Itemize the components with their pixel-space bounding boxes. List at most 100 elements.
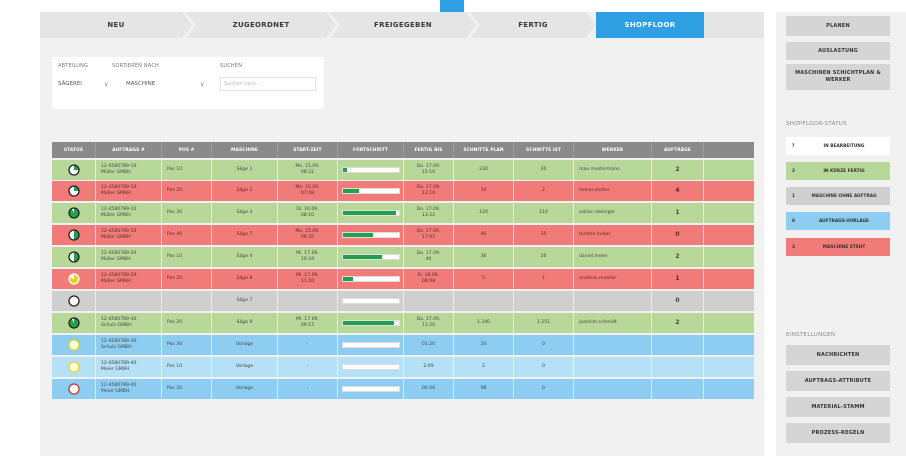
start-line-1: - <box>306 342 309 347</box>
ist-cell: 1.251 <box>514 313 574 333</box>
start-cell <box>278 291 338 311</box>
fertig-cell: Do. 17.09. 11:20 <box>404 313 454 333</box>
auftraege-cell: 2 <box>652 247 704 267</box>
start-cell: Mo. 15.09. 08:22 <box>278 160 338 180</box>
table-row[interactable]: 12-4580789-40 Meier GMBH Pos 10 Vorlage - 2:4… <box>52 357 754 377</box>
legend-count: 3 <box>792 244 795 250</box>
sort-select[interactable]: MASCHINE v <box>112 77 204 91</box>
table-row[interactable]: 12-4580789-10 Müller GMBH Pos 10 Säge 1 Mo. … <box>52 160 754 180</box>
werker-cell <box>574 379 652 399</box>
auftraege-cell <box>652 379 704 399</box>
plan-cell: 2 <box>454 357 514 377</box>
pos-cell: Pos 10 <box>162 160 212 180</box>
progress-cell <box>338 160 404 180</box>
nachrichten-button[interactable]: NACHRICHTEN <box>786 345 890 365</box>
abteilung-label: ABTEILUNG <box>58 63 89 69</box>
pos-cell: Pos 20 <box>162 379 212 399</box>
status-cell <box>52 247 96 267</box>
werker-cell <box>574 357 652 377</box>
table-header: STATUS AUFTRAGS # POS # MASCHINE START-ZEIT F… <box>52 142 754 158</box>
progress-cell <box>338 203 404 223</box>
table-row[interactable]: 12-4580789-10 Müller GMBH Pos 30 Säge 3 Di. … <box>52 203 754 223</box>
active-step-marker <box>440 0 464 12</box>
column-header[interactable]: STATUS <box>52 142 96 158</box>
auftrags-attribute-button[interactable]: AUFTRAGS-ATTRIBUTE <box>786 371 890 391</box>
status-cell <box>52 357 96 377</box>
start-line-2: 08:10 <box>300 213 315 218</box>
auftraege-cell: 4 <box>652 181 704 201</box>
main-panel: NEU ZUGEORDNET FREIGEGEBEN FERTIG SHOPFL… <box>40 12 764 456</box>
start-cell: Di. 16.09. 08:10 <box>278 203 338 223</box>
maschine-cell: Säge 4 <box>212 247 278 267</box>
column-header[interactable]: START-ZEIT <box>278 142 338 158</box>
progress-cell <box>338 291 404 311</box>
progress-cell <box>338 313 404 333</box>
auftraege-cell: 1 <box>652 269 704 289</box>
ist-cell <box>514 291 574 311</box>
start-line-2: 07:08 <box>300 191 315 196</box>
werker-cell <box>574 335 652 355</box>
material-stamm-button[interactable]: MATERIAL-STAMM <box>786 397 890 417</box>
progress-bar <box>341 298 400 304</box>
plan-cell: 20 <box>454 335 514 355</box>
auftrag-cell: 12-4580789-40 Meier GMBH <box>96 379 162 399</box>
sort-value: MASCHINE <box>126 81 156 87</box>
auftrag-cell: 12-4580789-40 Meier GMBH <box>96 357 162 377</box>
abteilung-select[interactable]: SÄGEREI v <box>58 77 108 91</box>
ist-cell: 35 <box>514 225 574 245</box>
table-row[interactable]: 12-4580789-10 Müller GMBH Pos 20 Säge 2 Mo. … <box>52 181 754 201</box>
planen-button[interactable]: PLANEN <box>786 16 890 36</box>
step-freigegeben[interactable]: FREIGEGEBEN <box>330 12 476 38</box>
status-legend-item[interactable]: 8 AUFTRAGS-VORLAGE <box>786 212 890 230</box>
column-header[interactable]: FERTIG BIS <box>404 142 454 158</box>
legend-count: 1 <box>792 193 795 199</box>
start-cell: Mo. 15.09. 06:35 <box>278 225 338 245</box>
maschine-cell: Säge 1 <box>212 160 278 180</box>
search-input[interactable]: Suchen nach... <box>220 77 316 91</box>
status-legend-item[interactable]: 1 MASCHINE OHNE AUFTRAG <box>786 187 890 205</box>
fertig-cell: 00:56 <box>404 379 454 399</box>
fertig-cell: 2:49 <box>404 357 454 377</box>
ist-cell: 110 <box>514 203 574 223</box>
legend-label: AUFTRAGS-VORLAGE <box>818 218 869 224</box>
fertig-line-1: 2:49 <box>423 364 434 369</box>
table-row[interactable]: Säge 7 0 <box>52 291 754 311</box>
step-neu[interactable]: NEU <box>40 12 192 38</box>
fertig-cell: Do. 17.09. 13:22 <box>404 203 454 223</box>
step-zugeordnet[interactable]: ZUGEORDNET <box>186 12 336 38</box>
column-header[interactable]: WERKER <box>574 142 652 158</box>
column-header[interactable]: FORTSCHRITT <box>338 142 404 158</box>
start-cell: Mo. 15.09. 07:08 <box>278 181 338 201</box>
status-legend-item[interactable]: ? IN BEARBEITUNG <box>786 137 890 155</box>
column-header[interactable]: MASCHINE <box>212 142 278 158</box>
column-header[interactable]: AUFTRAGS # <box>96 142 162 158</box>
ist-cell: 0 <box>514 357 574 377</box>
table-row[interactable]: 12-4580789-30 Schulz GMBH Pos 20 Säge 9 Mi. … <box>52 313 754 333</box>
step-shopfloor[interactable]: SHOPFLOOR <box>596 12 704 38</box>
status-legend-item[interactable]: 3 MASCHINE STEHT <box>786 238 890 256</box>
fertig-line-2: 13:22 <box>421 213 436 218</box>
start-cell: Mi. 17.09. 09:15 <box>278 313 338 333</box>
table-row[interactable]: 12-4580789-20 Müller GMBH Pos 10 Säge 4 Mi. … <box>52 247 754 267</box>
auslastung-button[interactable]: AUSLASTUNG <box>786 42 890 60</box>
table-row[interactable]: 12-4580789-20 Müller GMBH Pos 20 Säge 8 Mi. … <box>52 269 754 289</box>
fertig-line-2: 15:10 <box>421 170 436 175</box>
column-header[interactable]: POS # <box>162 142 212 158</box>
status-cell <box>52 291 96 311</box>
table-row[interactable]: 12-4580789-30 Schulz GMBH Pos 30 Vorlage - 01… <box>52 335 754 355</box>
prozess-regeln-button[interactable]: PROZESS-REGELN <box>786 423 890 443</box>
step-fertig[interactable]: FERTIG <box>470 12 596 38</box>
werker-cell: andreas.moeller <box>574 269 652 289</box>
table-row[interactable]: 12-4580789-40 Meier GMBH Pos 20 Vorlage - 00:… <box>52 379 754 399</box>
auftrag-cell: 12-4580789-30 Schulz GMBH <box>96 313 162 333</box>
maschinen-schichtplan-button[interactable]: MASCHINEN SCHICHTPLAN & WERKER <box>786 64 890 90</box>
column-header[interactable]: SCHNITTE IST <box>514 142 574 158</box>
progress-bar <box>341 276 400 282</box>
column-header[interactable]: AUFTRÄGE <box>652 142 704 158</box>
ist-cell: 26 <box>514 247 574 267</box>
column-header[interactable]: SCHNITTE PLAN <box>454 142 514 158</box>
table-row[interactable]: 12-4580789-10 Müller GMBH Pos 40 Säge 7 Mo. … <box>52 225 754 245</box>
status-legend-item[interactable]: 2 IN KÜRZE FERTIG <box>786 162 890 180</box>
ist-cell: 0 <box>514 335 574 355</box>
abteilung-value: SÄGEREI <box>58 81 82 87</box>
